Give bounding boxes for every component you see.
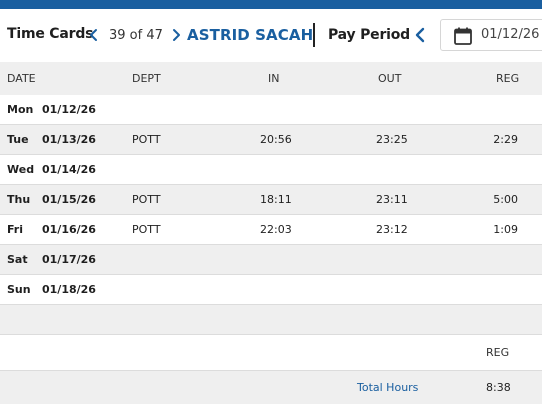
row-date: 01/14/26 [42, 163, 96, 176]
column-header-in: IN [268, 72, 280, 85]
row-day: Sat [7, 253, 28, 266]
row-day: Wed [7, 163, 35, 176]
row-reg: 2:29 [493, 133, 518, 146]
row-reg: 5:00 [493, 193, 518, 206]
pay-period-label: Pay Period [328, 27, 411, 43]
total-reg-hours: 8:38 [486, 381, 511, 394]
table-row[interactable]: Sat 01/17/26 [0, 245, 542, 275]
header-divider [313, 23, 315, 47]
row-day: Mon [7, 103, 34, 116]
page-title: Time Cards [7, 26, 94, 42]
table-row[interactable]: Wed 01/14/26 [0, 155, 542, 185]
table-row[interactable]: Mon 01/12/26 [0, 95, 542, 125]
employee-name-link[interactable]: ASTRID SACAH [187, 26, 313, 44]
row-day: Tue [7, 133, 29, 146]
pay-period-date: 01/12/26 [481, 27, 540, 42]
row-in: 22:03 [260, 223, 292, 236]
total-hours-link[interactable]: Total Hours [357, 381, 418, 394]
table-row[interactable]: Sun 01/18/26 [0, 275, 542, 305]
table-spacer-row [0, 305, 542, 335]
row-day: Fri [7, 223, 24, 236]
row-out: 23:12 [376, 223, 408, 236]
record-position: 39 of 47 [109, 28, 163, 43]
summary-header: REG [0, 336, 542, 370]
column-header-date: DATE [7, 72, 36, 85]
previous-record-button[interactable] [84, 23, 104, 47]
row-date: 01/15/26 [42, 193, 96, 206]
column-header-out: OUT [378, 72, 402, 85]
table-row[interactable]: Tue 01/13/26 POTT 20:56 23:25 2:29 [0, 125, 542, 155]
row-date: 01/16/26 [42, 223, 96, 236]
row-day: Sun [7, 283, 31, 296]
row-dept: POTT [132, 193, 161, 206]
row-date: 01/18/26 [42, 283, 96, 296]
table-header: DATE DEPT IN OUT REG [0, 62, 542, 95]
row-in: 20:56 [260, 133, 292, 146]
summary-total-row: Total Hours 8:38 [0, 370, 542, 404]
calendar-icon[interactable] [453, 26, 473, 50]
row-out: 23:11 [376, 193, 408, 206]
table-row[interactable]: Fri 01/16/26 POTT 22:03 23:12 1:09 [0, 215, 542, 245]
row-in: 18:11 [260, 193, 292, 206]
row-date: 01/17/26 [42, 253, 96, 266]
summary-reg-header: REG [486, 346, 510, 359]
chevron-right-icon [173, 29, 180, 41]
row-date: 01/12/26 [42, 103, 96, 116]
previous-period-button[interactable] [410, 23, 430, 47]
timecard-table: DATE DEPT IN OUT REG Mon 01/12/26 Tue 01… [0, 62, 542, 305]
row-out: 23:25 [376, 133, 408, 146]
row-dept: POTT [132, 223, 161, 236]
column-header-dept: DEPT [132, 72, 161, 85]
next-record-button[interactable] [166, 23, 186, 47]
row-date: 01/13/26 [42, 133, 96, 146]
chevron-left-icon [415, 27, 425, 43]
pay-period-date-picker[interactable]: 01/12/26 [440, 19, 542, 51]
row-day: Thu [7, 193, 31, 206]
row-reg: 1:09 [493, 223, 518, 236]
header-toolbar: Time Cards 39 of 47 ASTRID SACAH Pay Per… [0, 9, 542, 61]
table-row[interactable]: Thu 01/15/26 POTT 18:11 23:11 5:00 [0, 185, 542, 215]
column-header-reg: REG [496, 72, 520, 85]
top-accent-bar [0, 0, 542, 9]
row-dept: POTT [132, 133, 161, 146]
chevron-left-icon [90, 29, 97, 41]
